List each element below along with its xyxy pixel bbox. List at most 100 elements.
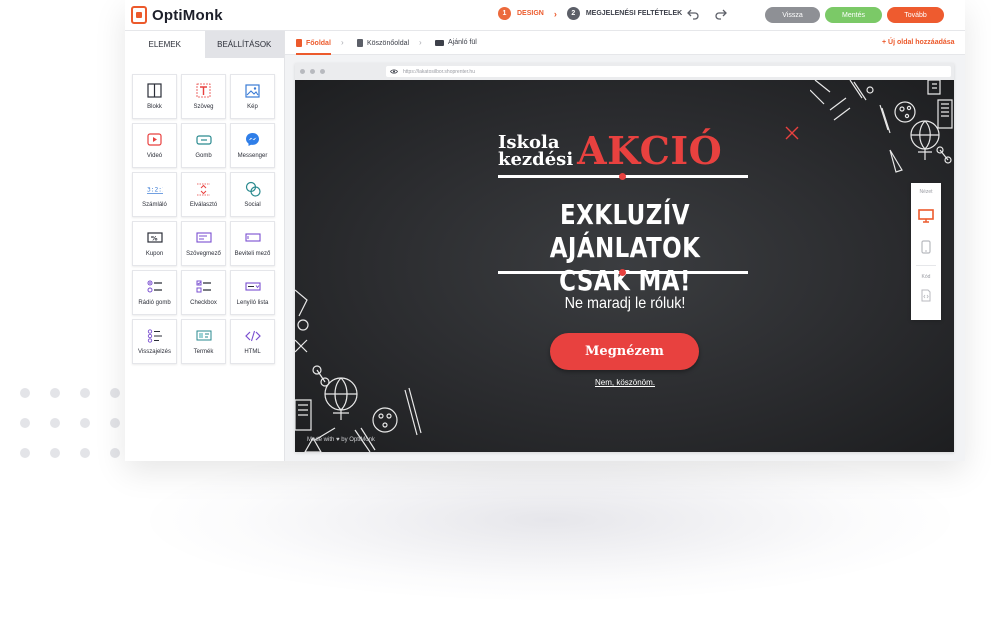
history-controls	[687, 8, 727, 20]
elements-grid: Blokk Szöveg Kép Videó Gomb Messenger 3:…	[132, 74, 275, 364]
editor-window: OptiMonk 1 DESIGN › 2 MEGJELENÉSI FELTÉT…	[125, 0, 965, 461]
chevron-right-icon: ›	[341, 38, 344, 47]
tab-teaser[interactable]: Ajánló fül	[435, 39, 477, 46]
element-label: Social	[244, 201, 261, 208]
next-button[interactable]: Tovább	[887, 7, 944, 23]
element-video[interactable]: Videó	[132, 123, 177, 168]
eye-icon	[390, 69, 398, 74]
step-2-number[interactable]: 2	[566, 7, 580, 20]
code-icon[interactable]	[921, 289, 931, 302]
element-checkbox[interactable]: Checkbox	[181, 270, 226, 315]
element-feedback[interactable]: Visszajelzés	[132, 319, 177, 364]
main-editor-area: Főoldal › Köszönőoldal › Ajánló fül + Új…	[285, 31, 965, 461]
element-label: Számláló	[142, 201, 167, 208]
product-icon	[196, 329, 212, 343]
element-label: Rádió gomb	[138, 299, 171, 306]
element-label: Videó	[146, 152, 163, 159]
tab-label: Főoldal	[306, 39, 331, 47]
svg-text:%: %	[151, 235, 158, 243]
url-bar[interactable]: https://lakatosilbor.shoprenter.hu	[386, 66, 951, 77]
element-html[interactable]: HTML	[230, 319, 275, 364]
feedback-icon	[147, 328, 163, 343]
element-label: Visszajelzés	[138, 348, 171, 355]
button-icon	[195, 133, 212, 147]
code-label: Kód	[921, 274, 931, 280]
tab-label: Ajánló fül	[448, 39, 477, 46]
text-icon	[196, 83, 212, 98]
element-label: Kép	[247, 103, 258, 110]
popup-canvas: Iskola kezdési AKCIÓ EXKLUZÍV AJÁNLATOK …	[295, 80, 954, 452]
divider-dot	[619, 269, 626, 276]
school-doodles-bottom-left	[295, 289, 422, 452]
element-coupon[interactable]: % Kupon	[132, 221, 177, 266]
popup-subheadline: Ne maradj le róluk!	[564, 295, 686, 312]
dropdown-icon	[244, 280, 261, 294]
element-textarea[interactable]: Szövegmező	[181, 221, 226, 266]
social-icon	[245, 181, 261, 197]
desktop-icon[interactable]	[918, 209, 934, 223]
html-icon	[244, 329, 261, 343]
browser-bar: https://lakatosilbor.shoprenter.hu	[295, 63, 954, 80]
element-text[interactable]: Szöveg	[181, 74, 226, 119]
offer-line2: CSAK MA!	[559, 264, 691, 297]
divider-icon	[196, 182, 212, 196]
tab-label: Köszönőoldal	[367, 39, 410, 47]
element-divider[interactable]: Elválasztó	[181, 172, 226, 217]
headline-small: Iskola kezdési	[498, 131, 573, 168]
save-button[interactable]: Mentés	[825, 7, 882, 23]
undo-icon[interactable]	[687, 8, 700, 20]
back-button[interactable]: Vissza	[765, 7, 820, 23]
element-radio[interactable]: Rádió gomb	[132, 270, 177, 315]
logo[interactable]: OptiMonk	[131, 6, 223, 24]
step-1-label[interactable]: DESIGN	[517, 10, 544, 17]
element-label: Lenyíló lista	[236, 299, 269, 306]
decline-link[interactable]: Nem, köszönöm.	[565, 378, 685, 387]
element-label: Szövegmező	[186, 250, 221, 257]
element-label: Elválasztó	[189, 201, 218, 208]
radio-icon	[147, 280, 163, 294]
element-counter[interactable]: 3:2:1 Számláló	[132, 172, 177, 217]
url-text: https://lakatosilbor.shoprenter.hu	[403, 68, 475, 75]
element-image[interactable]: Kép	[230, 74, 275, 119]
add-page-link[interactable]: + Új oldal hozzáadása	[882, 39, 955, 46]
counter-icon: 3:2:1	[146, 182, 163, 196]
step-indicator: 1 DESIGN › 2 MEGJELENÉSI FELTÉTELEK	[498, 7, 682, 20]
cta-button[interactable]: Megnézem	[550, 333, 699, 370]
redo-icon[interactable]	[714, 8, 727, 20]
svg-text:3:2:1: 3:2:1	[147, 186, 163, 193]
element-product[interactable]: Termék	[181, 319, 226, 364]
page: OptiMonk 1 DESIGN › 2 MEGJELENÉSI FELTÉT…	[0, 0, 991, 621]
teaser-icon	[435, 39, 444, 46]
window-dot	[300, 69, 305, 74]
step-2-label[interactable]: MEGJELENÉSI FELTÉTELEK	[586, 10, 682, 17]
close-icon[interactable]	[785, 126, 799, 140]
element-block[interactable]: Blokk	[132, 74, 177, 119]
block-icon	[147, 83, 163, 98]
element-social[interactable]: Social	[230, 172, 275, 217]
element-label: Messenger	[237, 152, 268, 159]
page-icon	[357, 39, 363, 47]
tab-settings[interactable]: BEÁLLÍTÁSOK	[204, 31, 284, 58]
made-with-footer[interactable]: Made with ♥ by OptiMonk	[307, 437, 375, 443]
step-1-number[interactable]: 1	[498, 7, 511, 20]
element-label: Blokk	[147, 103, 162, 110]
element-label: HTML	[244, 348, 261, 355]
tab-thank-you-page[interactable]: Köszönőoldal	[357, 39, 409, 47]
video-icon	[147, 133, 163, 147]
element-input-field[interactable]: Beviteli mező	[230, 221, 275, 266]
mobile-icon[interactable]	[921, 240, 931, 254]
element-label: Checkbox	[190, 299, 217, 306]
tab-main-page[interactable]: Főoldal	[296, 39, 331, 55]
element-messenger[interactable]: Messenger	[230, 123, 275, 168]
decorative-dots	[20, 388, 130, 463]
window-dot	[320, 69, 325, 74]
element-dropdown[interactable]: Lenyíló lista	[230, 270, 275, 315]
logo-text: OptiMonk	[152, 6, 223, 24]
element-button[interactable]: Gomb	[181, 123, 226, 168]
panel-divider	[916, 265, 936, 266]
offer-line1: EXKLUZÍV AJÁNLATOK	[549, 198, 701, 264]
sidebar: ELEMEK BEÁLLÍTÁSOK Blokk Szöveg Kép Vide…	[125, 31, 285, 461]
messenger-icon	[245, 133, 261, 147]
headline-small-line1: Iskola	[498, 131, 560, 153]
tab-elements[interactable]: ELEMEK	[125, 31, 205, 58]
